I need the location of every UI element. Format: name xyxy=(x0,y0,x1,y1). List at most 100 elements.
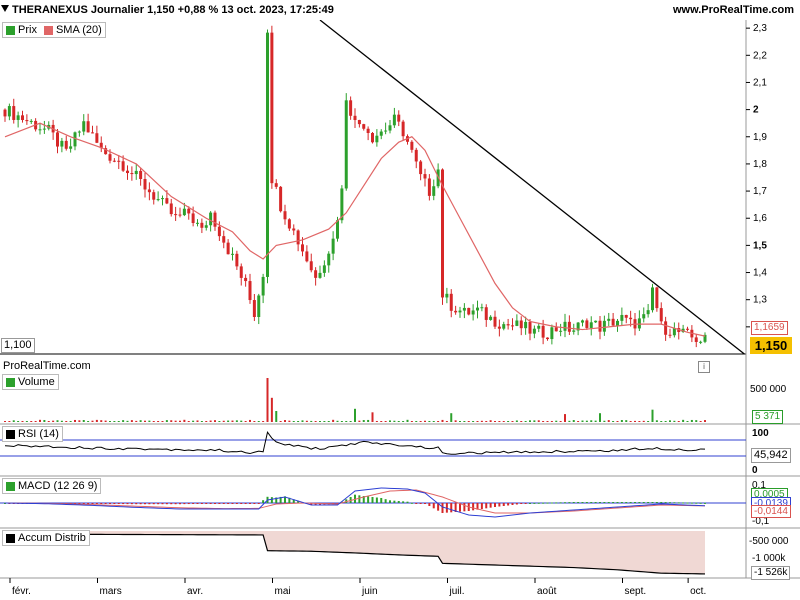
legend-price-panel[interactable]: Prix SMA (20) xyxy=(2,22,106,38)
volume-bar xyxy=(498,421,501,422)
x-tick-label: oct. xyxy=(690,586,706,597)
volume-bar xyxy=(301,420,304,422)
volume-bar xyxy=(419,421,422,422)
legend-rsi-panel[interactable]: RSI (14) xyxy=(2,426,63,442)
macd-hist-bar xyxy=(669,502,671,504)
volume-bar xyxy=(43,419,46,422)
macd-hist-bar xyxy=(358,495,361,503)
volume-bar xyxy=(65,421,68,422)
candle-body xyxy=(231,253,234,255)
macd-hist-bar xyxy=(109,503,111,504)
macd-hist-bar xyxy=(419,503,422,504)
candle-body xyxy=(397,114,401,122)
volume-current-badge: 5 371 xyxy=(752,410,784,424)
candle-body xyxy=(344,100,348,189)
legend-macd-panel[interactable]: MACD (12 26 9) xyxy=(2,478,102,494)
macd-hist-bar xyxy=(270,497,273,503)
legend-volume-panel[interactable]: Volume xyxy=(2,374,59,390)
candle-body xyxy=(196,222,199,224)
volume-bar xyxy=(17,421,20,422)
candle-body xyxy=(178,214,182,216)
volume-bar xyxy=(441,419,444,422)
macd-hist-bar xyxy=(187,503,190,505)
x-tick-label: sept. xyxy=(625,586,647,597)
volume-bar xyxy=(585,420,588,422)
volume-bar xyxy=(39,419,41,422)
volume-bar xyxy=(437,421,440,422)
price-legend-swatch xyxy=(6,25,15,35)
candle-body xyxy=(410,141,414,150)
volume-bar xyxy=(305,420,308,422)
candle-body xyxy=(248,281,252,301)
volume-bar xyxy=(253,421,256,422)
volume-bar xyxy=(222,420,225,422)
volume-bar xyxy=(616,421,619,422)
collapse-icon[interactable] xyxy=(1,5,9,13)
volume-bar xyxy=(655,420,658,422)
candle-body xyxy=(462,307,466,311)
macd-hist-bar xyxy=(235,503,238,504)
legend-volume: Volume xyxy=(18,376,55,388)
macd-hist-bar xyxy=(620,502,623,503)
candle-body xyxy=(664,321,668,335)
macd-hist-bar xyxy=(472,503,475,511)
candle-body xyxy=(454,310,458,313)
macd-hist-bar xyxy=(402,501,405,503)
volume-bar xyxy=(638,421,641,422)
volume-bar xyxy=(235,420,238,422)
macd-hist-bar xyxy=(144,503,146,505)
legend-accum-panel[interactable]: Accum Distrib xyxy=(2,530,90,546)
macd-hist-bar xyxy=(231,503,234,504)
candle-body xyxy=(143,178,147,190)
volume-bar xyxy=(515,420,518,422)
price-current-badge: 1,150 xyxy=(750,337,792,354)
candle-body xyxy=(471,310,475,315)
candle-body xyxy=(252,300,256,318)
y-tick-label: 1,7 xyxy=(753,186,767,197)
macd-hist-bar xyxy=(502,503,505,506)
candle-body xyxy=(239,266,243,278)
candle-body xyxy=(598,320,602,332)
macd-hist-bar xyxy=(122,503,125,505)
macd-hist-bar xyxy=(686,502,689,504)
volume-bar xyxy=(625,420,628,422)
volume-bar xyxy=(104,420,107,422)
macd-hist-bar xyxy=(209,503,212,504)
candle-body xyxy=(165,198,169,204)
macd-hist-bar xyxy=(170,503,173,505)
macd-hist-bar xyxy=(406,501,409,503)
macd-hist-bar xyxy=(677,502,680,504)
volume-bar xyxy=(288,420,291,422)
volume-bar xyxy=(594,420,597,422)
volume-bar xyxy=(310,420,313,422)
macd-hist-bar xyxy=(450,503,453,513)
volume-bar xyxy=(135,420,138,422)
candle-body xyxy=(169,203,173,215)
volume-legend-swatch xyxy=(6,377,15,387)
macd-hist-bar xyxy=(572,502,575,503)
volume-bar xyxy=(126,420,129,422)
info-icon[interactable]: i xyxy=(698,361,710,373)
y-tick-label: 2 xyxy=(753,105,759,116)
macd-hist-bar xyxy=(660,502,663,503)
candle-body xyxy=(327,253,331,266)
candle-body xyxy=(655,287,659,309)
macd-hist-bar xyxy=(647,502,650,503)
candle-body xyxy=(629,317,633,320)
macd-hist-bar xyxy=(664,502,667,504)
macd-hist-bar xyxy=(161,503,164,505)
volume-bar xyxy=(572,420,575,422)
macd-hist-bar xyxy=(192,503,195,504)
sma-current-badge: 1,1659 xyxy=(751,321,788,335)
volume-bar xyxy=(174,420,177,422)
candle-body xyxy=(244,277,248,282)
volume-bar xyxy=(445,421,448,422)
rsi-axis-top: 100 xyxy=(752,428,769,439)
volume-bar xyxy=(284,420,286,422)
site-link[interactable]: www.ProRealTime.com xyxy=(673,0,794,20)
y-tick-label: 1,4 xyxy=(753,268,767,279)
macd-hist-bar xyxy=(690,502,693,504)
macd-hist-bar xyxy=(480,503,483,509)
macd-hist-bar xyxy=(673,502,676,504)
volume-bar xyxy=(489,420,492,422)
